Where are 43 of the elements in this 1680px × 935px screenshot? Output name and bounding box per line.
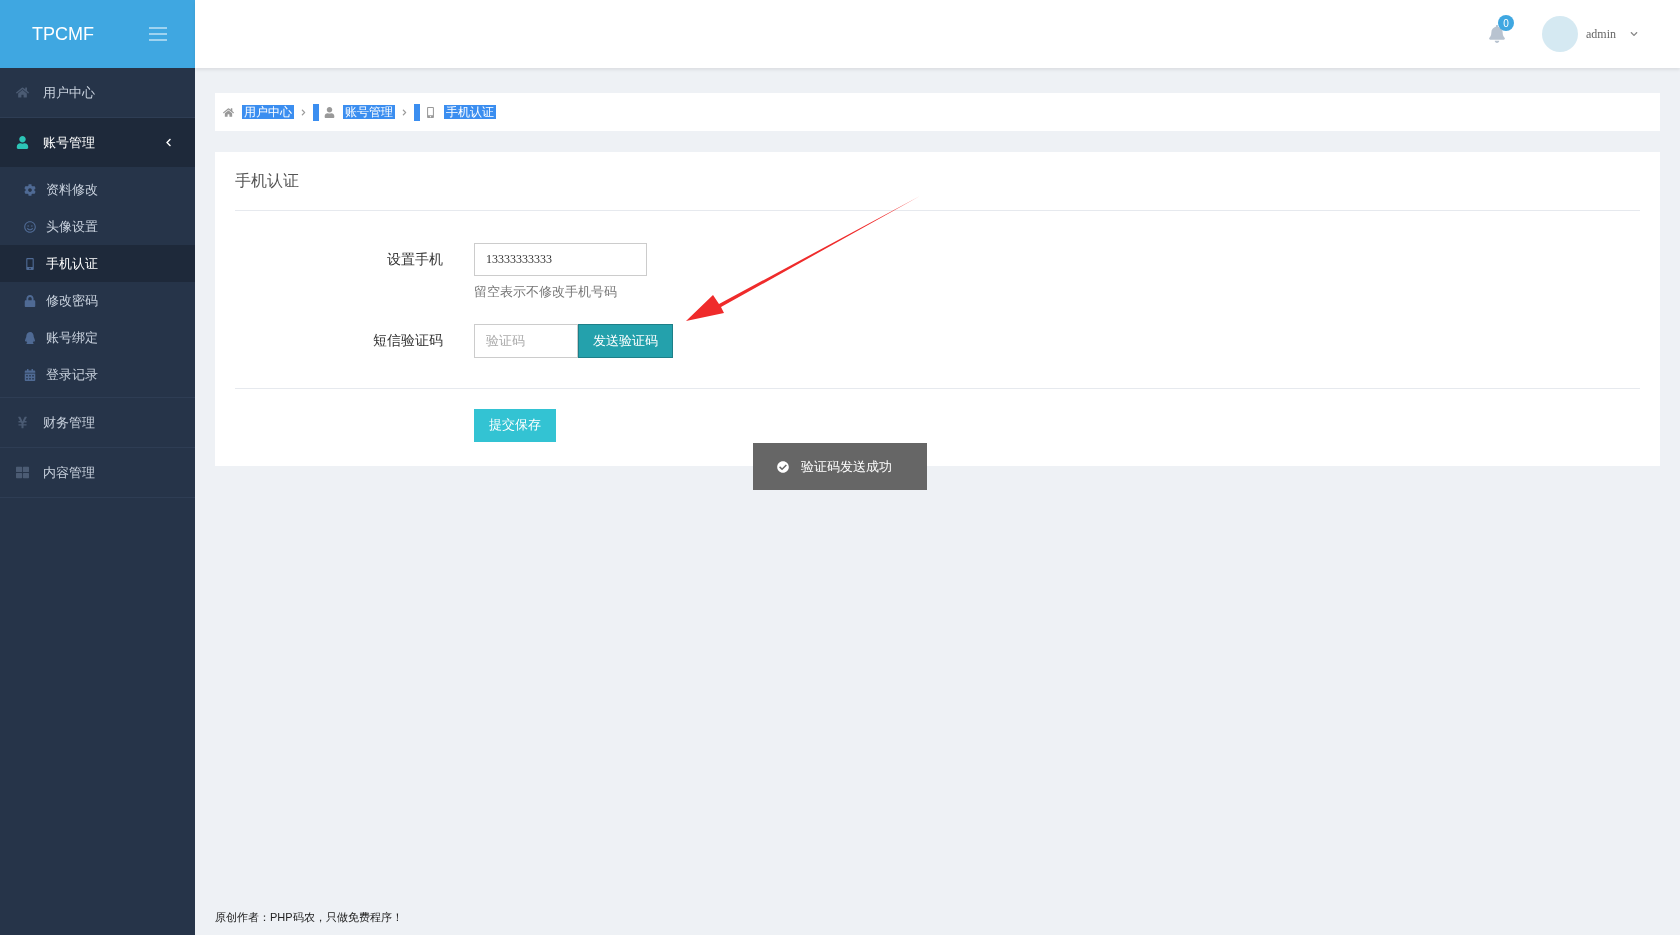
lock-icon [24,294,36,307]
phone-icon [425,106,436,118]
separator-icon [300,108,307,116]
nav-subitem[interactable]: 头像设置 [0,208,195,245]
field-label: 短信验证码 [372,331,443,350]
smiley-icon [24,220,36,233]
phone-input[interactable]: 13333333333 [474,243,647,276]
selection-mark [414,103,420,121]
chevron-icon[interactable] [1630,30,1638,38]
yen-icon [16,416,29,429]
bell-icon[interactable] [1488,25,1506,43]
nav-item[interactable]: 内容管理 [0,448,195,497]
nav-item[interactable]: 账号管理 [0,118,195,167]
user-icon [16,136,29,149]
nav-item[interactable]: 财务管理 [0,398,195,447]
brand-logo: TPCMF [32,22,94,46]
user-icon [324,106,335,118]
grid-icon [16,466,29,479]
nav-item[interactable]: 用户中心 [0,68,195,117]
penguin-icon [24,331,36,344]
nav-subitem[interactable]: 资料修改 [0,171,195,208]
chevron-icon [164,138,173,147]
field-label: 设置手机 [386,250,443,269]
user-name[interactable]: admin [1586,25,1616,43]
card-title: 手机认证 [235,152,1640,211]
check-icon [777,460,789,473]
notification-badge: 0 [1498,15,1514,31]
hint-text: 留空表示不修改手机号码 [474,283,618,301]
nav-subitem[interactable]: 账号绑定 [0,319,195,356]
nav-subitem[interactable]: 修改密码 [0,282,195,319]
phone-icon [24,257,36,270]
menu-icon[interactable] [149,27,167,41]
code-input[interactable]: 验证码 [474,323,578,358]
nav-subitem[interactable]: 手机认证 [0,245,195,282]
separator-icon [401,108,408,116]
settings-icon [24,183,36,196]
footer-text: 原创作者：PHP码农，只做免费程序！ [215,909,404,925]
home-icon [16,86,29,99]
nav-subitem[interactable]: 登录记录 [0,356,195,393]
toast: 验证码发送成功 [753,443,927,490]
selection-mark [313,103,319,121]
home-icon [223,106,234,118]
calendar-icon [24,368,36,381]
